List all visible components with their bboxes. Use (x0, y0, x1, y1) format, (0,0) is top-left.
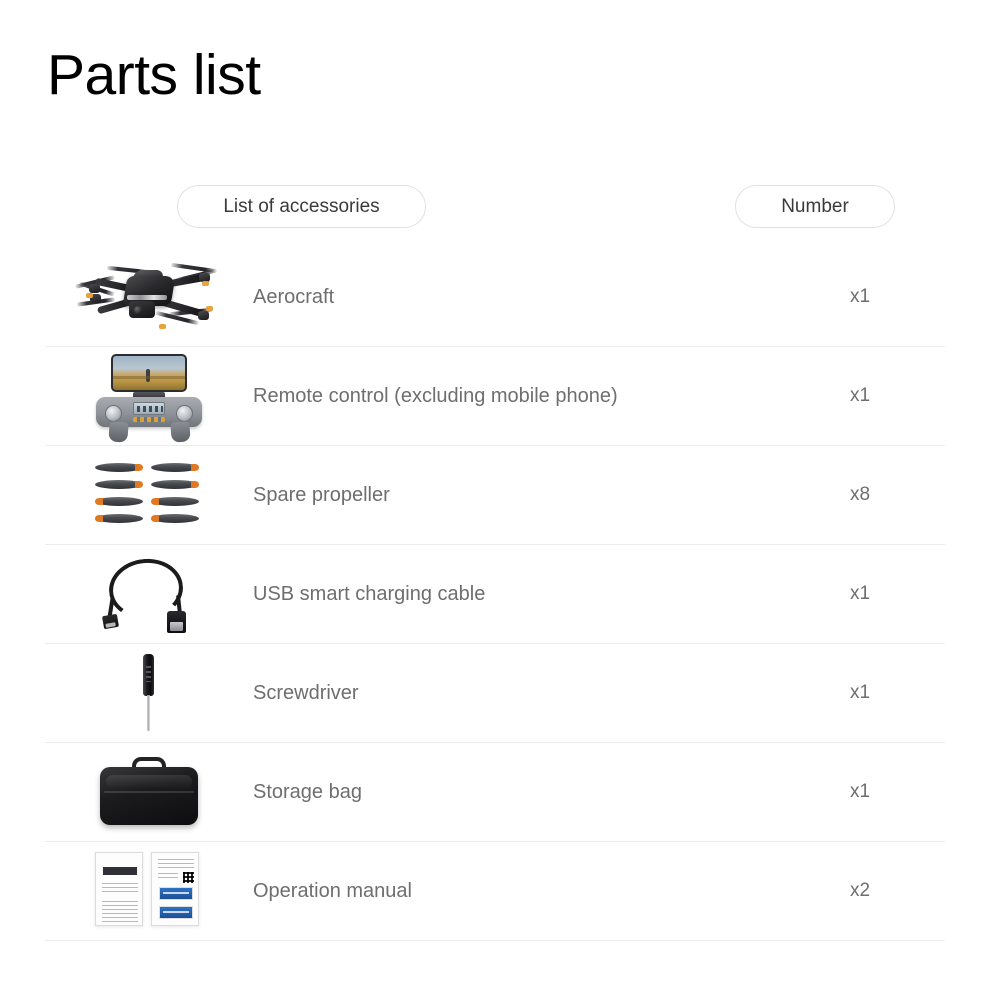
item-quantity: x1 (849, 385, 871, 406)
item-thumbnail-cell (45, 248, 253, 347)
table-row: Operation manual x2 (45, 842, 945, 941)
item-quantity: x1 (849, 286, 871, 307)
item-quantity: x1 (849, 781, 871, 802)
item-label: Storage bag (253, 780, 362, 803)
page-title: Parts list (47, 43, 261, 107)
item-thumbnail-cell (45, 743, 253, 842)
item-label: Remote control (excluding mobile phone) (253, 384, 618, 407)
item-thumbnail-cell (45, 446, 253, 545)
accessories-column-header: List of accessories (177, 185, 426, 228)
table-row: Screwdriver x1 (45, 644, 945, 743)
item-label: Aerocraft (253, 285, 335, 308)
table-header: List of accessories Number (0, 185, 1000, 229)
usb-cable-icon (97, 553, 201, 635)
operation-manual-icon (93, 852, 205, 930)
item-label: USB smart charging cable (253, 582, 486, 605)
item-thumbnail-cell (45, 842, 253, 941)
item-quantity: x1 (849, 583, 871, 604)
screwdriver-icon (132, 650, 166, 736)
parts-table: Aerocraft x1 Remote control (excluding m… (45, 248, 945, 941)
remote-control-icon (93, 352, 205, 443)
table-row: Remote control (excluding mobile phone) … (45, 347, 945, 446)
drone-icon (73, 254, 225, 340)
item-thumbnail-cell (45, 644, 253, 743)
table-row: USB smart charging cable x1 (45, 545, 945, 644)
propellers-icon (93, 459, 205, 531)
table-row: Aerocraft x1 (45, 248, 945, 347)
parts-list-page: Parts list List of accessories Number Ae… (0, 0, 1000, 1000)
item-quantity: x8 (849, 484, 871, 505)
item-label: Spare propeller (253, 483, 390, 506)
item-quantity: x1 (849, 682, 871, 703)
item-label: Screwdriver (253, 681, 359, 704)
item-label: Operation manual (253, 879, 412, 902)
storage-bag-icon (94, 755, 204, 829)
table-row: Storage bag x1 (45, 743, 945, 842)
item-quantity: x2 (849, 880, 871, 901)
item-thumbnail-cell (45, 347, 253, 446)
table-row: Spare propeller x8 (45, 446, 945, 545)
item-thumbnail-cell (45, 545, 253, 644)
number-column-header: Number (735, 185, 895, 228)
